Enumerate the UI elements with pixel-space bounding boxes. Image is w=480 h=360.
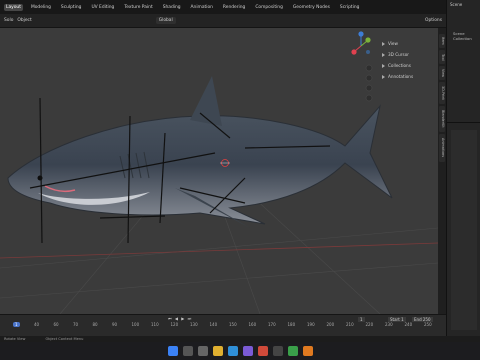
windows-taskbar bbox=[0, 342, 480, 360]
playhead[interactable]: 1 bbox=[13, 322, 20, 327]
expand-arrow-icon bbox=[382, 52, 385, 57]
tab-shading[interactable]: Shading bbox=[161, 4, 183, 11]
edge-browser-icon[interactable] bbox=[227, 346, 238, 356]
viewport-header: Solo Object Global Options bbox=[0, 14, 446, 28]
app-icon[interactable] bbox=[257, 346, 268, 356]
tab-layout[interactable]: Layout bbox=[4, 3, 23, 11]
outliner-scene-collection[interactable]: Scene Collection bbox=[453, 31, 480, 41]
3d-viewport[interactable]: View 3D Cursor Collections Annotations bbox=[0, 28, 438, 314]
sidebar-tab-animations[interactable]: Animations bbox=[439, 134, 445, 162]
overlay-view-item[interactable]: View bbox=[382, 38, 436, 49]
search-icon[interactable] bbox=[182, 346, 193, 356]
timeline-tick-label: 110 bbox=[151, 322, 159, 327]
sidebar-tab-view[interactable]: View bbox=[439, 66, 445, 80]
shark-body bbox=[7, 104, 393, 225]
timeline-tick-label: 90 bbox=[112, 322, 118, 327]
tab-compositing[interactable]: Compositing bbox=[253, 4, 285, 11]
overlay-annotations-item[interactable]: Annotations bbox=[382, 71, 436, 82]
shark-eye bbox=[37, 175, 43, 181]
scene-selector[interactable]: Scene bbox=[450, 2, 462, 7]
sidebar-tab-item[interactable]: Item bbox=[439, 34, 445, 48]
timeline-tick-label: 70 bbox=[73, 322, 79, 327]
shark-model[interactable] bbox=[7, 76, 393, 228]
tab-geometry-nodes[interactable]: Geometry Nodes bbox=[291, 4, 332, 11]
navigation-gizmo[interactable] bbox=[351, 31, 371, 55]
timeline-tick-label: 100 bbox=[131, 322, 140, 327]
viewport-canvas bbox=[0, 31, 438, 314]
blender-window: Layout Modeling Sculpting UV Editing Tex… bbox=[0, 0, 480, 360]
timeline-tick-label: 170 bbox=[268, 322, 276, 327]
timeline-tick-label: 190 bbox=[307, 322, 315, 327]
timeline-tick-label: 160 bbox=[248, 322, 257, 327]
properties-panel: Scene Scene Collection bbox=[446, 0, 480, 360]
timeline-tick-label: 200 bbox=[326, 322, 335, 327]
timeline-tick-label: 60 bbox=[53, 322, 59, 327]
tab-texture-paint[interactable]: Texture Paint bbox=[122, 4, 154, 11]
app-icon[interactable] bbox=[272, 346, 283, 356]
tab-scripting[interactable]: Scripting bbox=[338, 4, 362, 11]
tab-animation[interactable]: Animation bbox=[189, 4, 215, 11]
timeline-tick-label: 150 bbox=[229, 322, 237, 327]
sidebar-tab-3d-print[interactable]: 3D-Print bbox=[439, 82, 445, 104]
workspace-tabs-bar: Layout Modeling Sculpting UV Editing Tex… bbox=[0, 0, 480, 14]
timeline-tick-label: 220 bbox=[365, 322, 374, 327]
task-view-icon[interactable] bbox=[197, 346, 208, 356]
timeline-tick-label: 40 bbox=[34, 322, 40, 327]
blender-icon[interactable] bbox=[302, 346, 313, 356]
timeline-tick-label: 120 bbox=[170, 322, 179, 327]
timeline-tick-label: 240 bbox=[404, 322, 413, 327]
status-right: Object Context Menu bbox=[45, 337, 84, 341]
options-dropdown[interactable]: Options bbox=[425, 18, 442, 23]
tab-sculpting[interactable]: Sculpting bbox=[59, 4, 84, 11]
timeline-tick-label: 250 bbox=[424, 322, 432, 327]
file-explorer-icon[interactable] bbox=[212, 346, 223, 356]
expand-arrow-icon bbox=[382, 74, 385, 79]
timeline-tick-label: 230 bbox=[385, 322, 393, 327]
sidebar-tabs: Item Tool View 3D-Print BlenderKit Anima… bbox=[438, 28, 446, 314]
panel-divider bbox=[447, 122, 480, 123]
tab-modeling[interactable]: Modeling bbox=[29, 4, 53, 11]
playback-controls[interactable]: ⏮ ◀ ▶ ⏭ bbox=[168, 316, 192, 321]
overlay-3d-cursor-item[interactable]: 3D Cursor bbox=[382, 49, 436, 60]
timeline-ruler[interactable]: 1 40 60 70 80 90 100 110 120 130 140 150 160 170 180 1… bbox=[0, 322, 446, 330]
timeline-tick-label: 140 bbox=[209, 322, 218, 327]
properties-editor[interactable] bbox=[451, 130, 477, 330]
view-controls[interactable] bbox=[365, 64, 373, 102]
expand-arrow-icon bbox=[382, 41, 385, 46]
overlay-collections-item[interactable]: Collections bbox=[382, 60, 436, 71]
object-menu[interactable]: Object bbox=[17, 18, 31, 23]
tab-uv-editing[interactable]: UV Editing bbox=[89, 4, 116, 11]
tab-rendering[interactable]: Rendering bbox=[221, 4, 247, 11]
timeline-tick-label: 80 bbox=[92, 322, 98, 327]
timeline-tick-label: 130 bbox=[190, 322, 198, 327]
windows-start-icon[interactable] bbox=[167, 346, 178, 356]
app-icon[interactable] bbox=[242, 346, 253, 356]
expand-arrow-icon bbox=[382, 63, 385, 68]
sidebar-tab-blenderkit[interactable]: BlenderKit bbox=[439, 106, 445, 132]
overlays-panel: View 3D Cursor Collections Annotations bbox=[382, 38, 436, 82]
status-left: Rotate View bbox=[4, 337, 26, 341]
orientation-dropdown[interactable]: Global bbox=[155, 17, 176, 24]
app-icon[interactable] bbox=[287, 346, 298, 356]
x-axis-line bbox=[0, 242, 438, 259]
mode-label[interactable]: Solo bbox=[4, 18, 13, 23]
sidebar-tab-tool[interactable]: Tool bbox=[439, 50, 445, 64]
timeline-tick-label: 180 bbox=[287, 322, 296, 327]
timeline-tick-label: 210 bbox=[346, 322, 354, 327]
